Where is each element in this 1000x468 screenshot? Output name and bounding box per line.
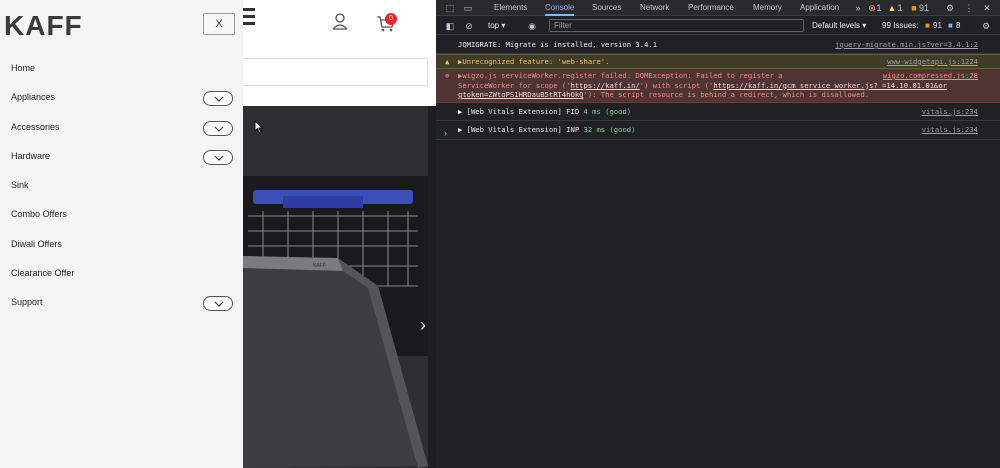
issues-count: 91 [918, 3, 929, 13]
hero-edge [428, 106, 436, 468]
context-label: top [488, 21, 500, 30]
menu-item-home[interactable]: Home [0, 54, 243, 83]
user-icon[interactable] [330, 12, 350, 32]
tab-sources[interactable]: Sources [592, 0, 621, 16]
mobile-nav-drawer: KAFF X Home Appliances Accessories Hardware… [0, 0, 243, 468]
message-source-link[interactable]: vitals.js:234 [922, 125, 978, 135]
close-devtools-icon[interactable]: ✕ [981, 2, 993, 14]
filter-input[interactable]: Filter [549, 19, 804, 32]
screen: 0 KAFF › KAFF X Home Appliances Accessor… [0, 0, 1000, 468]
menu-item-label: Appliances [11, 92, 56, 103]
menu-item-label: Hardware [11, 150, 51, 161]
hamburger-icon[interactable] [243, 8, 255, 28]
console-prompt[interactable]: › [444, 128, 447, 138]
message-text: JQMIGRATE: Migrate is installed, version… [458, 40, 658, 49]
kebab-menu-icon[interactable]: ⋮ [963, 2, 975, 14]
message-text[interactable]: ▶wigzo.js serviceWorker.register failed:… [458, 71, 783, 80]
console-warning: ▲ ▶Unrecognized feature: 'web-share'. ww… [436, 53, 1000, 69]
menu-item-label: Support [11, 297, 43, 308]
metric-value: 4 ms (good) [583, 106, 632, 116]
drawer-menu: Home Appliances Accessories Hardware Sink Com… [0, 54, 243, 318]
search-input[interactable] [243, 58, 428, 86]
close-button[interactable]: X [203, 13, 235, 35]
carousel-next-arrow[interactable]: › [415, 314, 431, 336]
message-text: '): The script resource is behind a redi… [583, 90, 870, 99]
menu-item-label: Clearance Offer [11, 268, 75, 279]
error-count: 1 [876, 3, 882, 13]
inspect-element-icon[interactable]: ⬚ [444, 2, 456, 14]
script-link[interactable]: https://kaff.in/gcm_service_worker.js?_=… [713, 81, 947, 90]
console-output: JQMIGRATE: Migrate is installed, version… [436, 36, 1000, 140]
chevron-down-icon[interactable] [203, 120, 233, 136]
warning-count: 1 [897, 3, 903, 13]
menu-item-hardware[interactable]: Hardware [0, 142, 243, 171]
device-toolbar-icon[interactable]: ▭ [462, 2, 474, 14]
settings-gear-icon[interactable]: ⚙ [944, 2, 956, 14]
dishwasher-image: KAFF [243, 106, 436, 468]
kaff-logo[interactable]: KAFF [4, 10, 83, 42]
devtools-tab-bar: ⬚ ▭ Elements Console Sources Network Perform… [436, 0, 1000, 16]
log-levels-label: Default levels [812, 21, 861, 30]
script-link-cont[interactable]: gtoken=ZWtoPS1HRDauB5tRT4hOkQ [458, 90, 584, 99]
chevron-down-icon[interactable] [203, 91, 233, 107]
message-text[interactable]: ▶Unrecognized feature: 'web-share'. [458, 57, 609, 66]
cart-count-badge: 0 [385, 13, 397, 25]
context-select[interactable]: top ▾ [488, 21, 505, 30]
issues-info-icon: ■ [948, 21, 953, 30]
console-settings-icon[interactable]: ⚙ [980, 20, 992, 32]
menu-item-label: Combo Offers [11, 209, 67, 220]
menu-item-appliances[interactable]: Appliances [0, 83, 243, 112]
tab-performance[interactable]: Performance [688, 0, 734, 16]
error-icon: ⊗ [445, 71, 450, 80]
message-source-link[interactable]: vitals.js:234 [922, 107, 978, 117]
hero-banner-image[interactable]: KAFF [243, 106, 436, 468]
clear-console-icon[interactable]: ⊘ [463, 20, 475, 32]
chevron-down-icon[interactable] [203, 149, 233, 165]
warning-icon: ▲ [445, 56, 450, 66]
devtools-panel: ⬚ ▭ Elements Console Sources Network Perform… [436, 0, 1000, 468]
log-levels-dropdown[interactable]: Default levels ▾ [812, 21, 866, 30]
console-message[interactable]: ▶ [Web Vitals Extension] FID 4 ms (good)… [436, 103, 1000, 121]
message-source-link[interactable]: jquery-migrate.min.js?ver=3.4.1:2 [835, 40, 978, 50]
svg-text:KAFF: KAFF [313, 263, 326, 269]
tab-console[interactable]: Console [545, 0, 575, 16]
message-text: ServiceWorker for scope (' [458, 80, 571, 90]
message-text: ▶ [Web Vitals Extension] FID [458, 106, 584, 116]
menu-item-diwali-offers[interactable]: Diwali Offers [0, 230, 243, 259]
menu-item-support[interactable]: Support [0, 288, 243, 317]
message-source-link[interactable]: wigzo.compressed.js:28 [883, 71, 978, 81]
issues-warn-icon: ■ [925, 21, 930, 30]
menu-item-label: Sink [11, 180, 29, 191]
menu-item-label: Accessories [11, 121, 60, 132]
menu-item-sink[interactable]: Sink [0, 171, 243, 200]
sidebar-toggle-icon[interactable]: ◧ [444, 20, 456, 32]
metric-value: 32 ms (good) [583, 125, 636, 134]
tab-elements[interactable]: Elements [494, 0, 527, 16]
issues-info-count: 8 [956, 21, 961, 30]
console-error: ⊗ ▶wigzo.js serviceWorker.register faile… [436, 69, 1000, 103]
message-text: ▶ [Web Vitals Extension] INP [458, 125, 584, 134]
console-toolbar: ◧ ⊘ top ▾ ◉ Filter Default levels ▾ 99 I… [436, 17, 1000, 35]
menu-item-accessories[interactable]: Accessories [0, 113, 243, 142]
menu-item-clearance-offer[interactable]: Clearance Offer [0, 259, 243, 288]
issues-label[interactable]: 99 Issues: [882, 21, 918, 30]
console-message[interactable]: ▶ [Web Vitals Extension] INP 32 ms (good… [436, 121, 1000, 140]
tab-memory[interactable]: Memory [753, 0, 782, 16]
menu-item-combo-offers[interactable]: Combo Offers [0, 200, 243, 229]
eye-icon[interactable]: ◉ [526, 20, 538, 32]
message-source-link[interactable]: www-widgetapi.js:1224 [887, 57, 978, 67]
tab-application[interactable]: Application [800, 0, 839, 16]
chevron-down-icon[interactable] [203, 296, 233, 312]
menu-item-label: Home [11, 63, 36, 73]
console-message: JQMIGRATE: Migrate is installed, version… [436, 36, 1000, 54]
mouse-cursor [254, 120, 264, 134]
more-tabs-icon[interactable]: » [852, 2, 864, 14]
menu-item-label: Diwali Offers [11, 238, 62, 249]
issues-warn-count: 91 [933, 21, 942, 30]
message-text: ') with script (' [639, 80, 714, 90]
scope-link[interactable]: https://kaff.in/ [571, 81, 640, 90]
tab-network[interactable]: Network [640, 0, 669, 16]
